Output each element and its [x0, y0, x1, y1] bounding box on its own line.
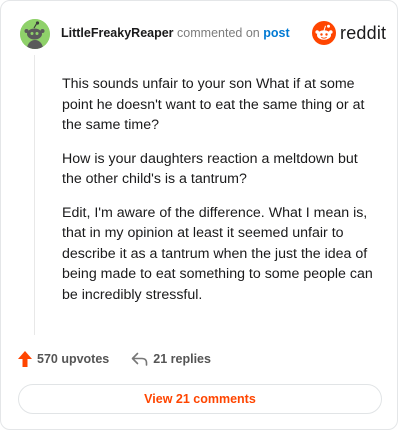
comment-paragraph: How is your daughters reaction a meltdow…	[62, 150, 358, 188]
reply-stat[interactable]: 21 replies	[131, 352, 211, 366]
upvote-stat[interactable]: 570 upvotes	[18, 351, 109, 367]
reddit-logo[interactable]: reddit	[312, 20, 386, 46]
snoo-avatar-icon	[20, 19, 50, 49]
action-text: commented on	[177, 26, 260, 40]
reply-count: 21 replies	[153, 352, 211, 366]
comment-body: This sounds unfair to your son What if a…	[62, 74, 380, 318]
reply-arrow-icon[interactable]	[131, 352, 148, 366]
comment-paragraph: Edit, I'm aware of the difference. What …	[62, 204, 373, 303]
comment-card: LittleFreakyReaper commented on post red…	[0, 0, 398, 430]
comment-header: LittleFreakyReaper commented on post	[61, 26, 290, 40]
reddit-logo-icon	[312, 21, 336, 45]
thread-line	[34, 55, 35, 335]
upvote-arrow-icon[interactable]	[18, 351, 32, 367]
upvote-count: 570 upvotes	[37, 352, 110, 366]
comment-stats: 570 upvotes 21 replies	[18, 349, 211, 369]
view-comments-button[interactable]: View 21 comments	[18, 384, 382, 414]
user-avatar[interactable]	[20, 19, 50, 49]
reddit-wordmark: reddit	[340, 22, 387, 43]
username-link[interactable]: LittleFreakyReaper	[61, 26, 174, 40]
post-link[interactable]: post	[263, 26, 289, 40]
comment-paragraph: This sounds unfair to your son What if a…	[62, 76, 365, 133]
